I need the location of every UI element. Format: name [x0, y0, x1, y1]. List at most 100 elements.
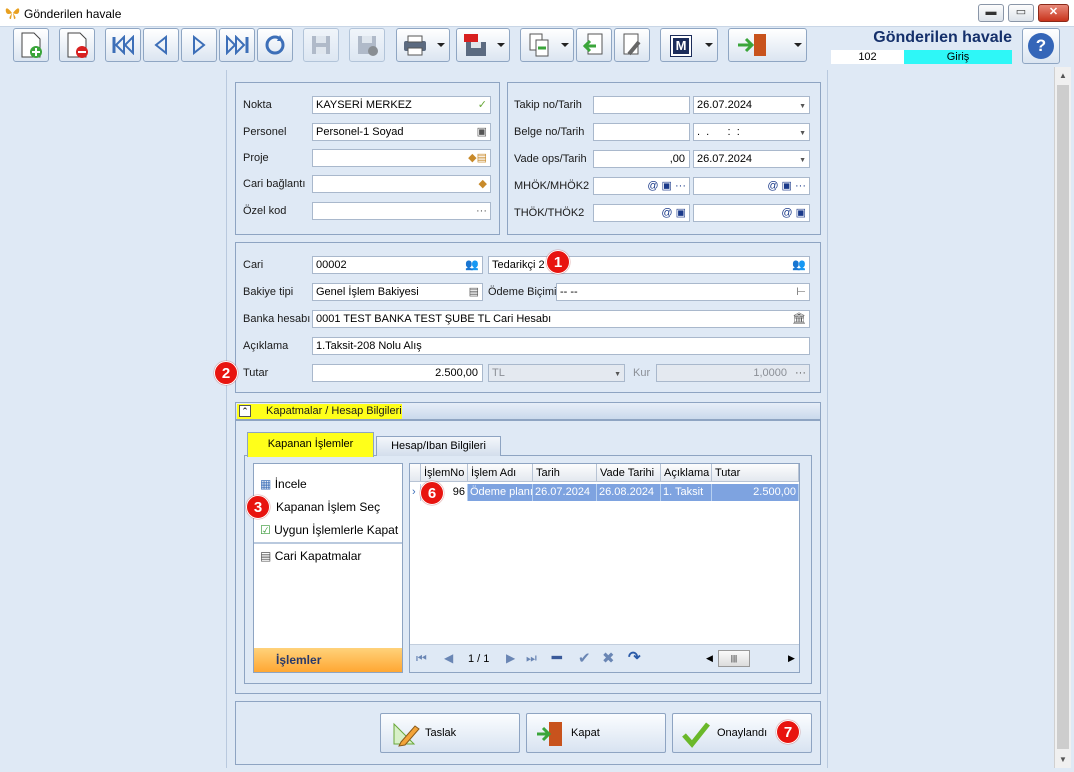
column-header-islem-adi[interactable]: İşlem Adı [468, 464, 533, 482]
import-button[interactable] [576, 28, 612, 62]
kapat-button[interactable]: Kapat [526, 713, 666, 753]
takip-no-field[interactable] [593, 96, 690, 114]
bank-icon[interactable]: 🏛 [792, 312, 806, 326]
cari-name-field[interactable]: Tedarikçi 2 👥 [488, 256, 810, 274]
checkmark-icon [682, 722, 710, 748]
save-button[interactable] [303, 28, 339, 62]
check-icon[interactable]: ✔ [578, 649, 591, 667]
personel-field[interactable]: Personel-1 Soyad ▣ [312, 123, 491, 141]
scroll-up-icon[interactable]: ▲ [1059, 71, 1067, 80]
new-record-button[interactable] [13, 28, 49, 62]
tab-kapanan-islemler[interactable]: Kapanan İşlemler [247, 432, 374, 457]
tutar-field[interactable]: 2.500,00 [312, 364, 483, 382]
taslak-button[interactable]: Taslak [380, 713, 520, 753]
hscroll-left-icon[interactable]: ◀ [706, 653, 713, 664]
minimize-button[interactable]: ▬ [978, 4, 1004, 22]
list-item-cari-kapatmalar[interactable]: ▤ Cari Kapatmalar [260, 549, 361, 563]
at-email-icon[interactable]: @ ▣ ··· [767, 179, 806, 193]
list-item-incele[interactable]: ▦ İncele [260, 477, 307, 491]
cari-code-field[interactable]: 00002 👥 [312, 256, 483, 274]
tools-button[interactable] [614, 28, 650, 62]
remove-icon[interactable]: ━ [552, 648, 562, 668]
people-icon[interactable]: 👥 [792, 258, 806, 272]
belge-date-field[interactable]: . . : : ▼ [693, 123, 810, 141]
export-pdf-button[interactable] [456, 28, 510, 62]
table-row[interactable]: › 96 Ödeme planı 26.07.2024 26.08.2024 1… [410, 484, 799, 501]
banka-field[interactable]: 0001 TEST BANKA TEST ŞUBE TL Cari Hesabı… [312, 310, 810, 328]
first-record-button[interactable] [105, 28, 141, 62]
bakiye-field[interactable]: Genel İşlem Bakiyesi ▤ [312, 283, 483, 301]
copy-button[interactable] [520, 28, 574, 62]
aciklama-field[interactable]: 1.Taksit-208 Nolu Alış [312, 337, 810, 355]
section-header[interactable]: ⌃ Kapatmalar / Hesap Bilgileri [235, 402, 821, 420]
belge-no-field[interactable] [593, 123, 690, 141]
kapat-label: Kapat [571, 727, 600, 739]
refresh-button[interactable] [257, 28, 293, 62]
chevron-down-icon[interactable]: ▼ [799, 154, 806, 167]
last-page-icon[interactable]: ⏭ [526, 651, 537, 666]
last-record-button[interactable] [219, 28, 255, 62]
mhok2-field[interactable]: @ ▣ ··· [693, 177, 810, 195]
list-item-uygun-islemlerle-kapat[interactable]: ☑ Uygun İşlemlerle Kapat [260, 523, 398, 537]
column-header-tarih[interactable]: Tarih [533, 464, 597, 482]
takip-date-field[interactable]: 26.07.2024 ▼ [693, 96, 810, 114]
collapse-icon[interactable]: ⌃ [239, 405, 251, 417]
odeme-field[interactable]: -- -- ⊢ [556, 283, 810, 301]
next-page-icon[interactable]: ▶ [506, 651, 515, 665]
cancel-icon[interactable]: ✖ [602, 649, 615, 667]
people-icon[interactable]: 👥 [465, 258, 479, 272]
list-icon[interactable]: ▤ [469, 285, 479, 299]
column-header-tutar[interactable]: Tutar [712, 464, 799, 482]
scroll-down-icon[interactable]: ▼ [1059, 755, 1067, 764]
tag-icon[interactable]: ◆ [479, 177, 487, 191]
tab-hesap-iban[interactable]: Hesap/Iban Bilgileri [376, 436, 501, 456]
hscroll-thumb[interactable]: ||| [718, 650, 750, 667]
help-button[interactable]: ? [1022, 28, 1060, 64]
column-header-aciklama[interactable]: Açıklama [661, 464, 712, 482]
ozel-kod-field[interactable]: ··· [312, 202, 491, 220]
chevron-down-icon[interactable]: ▼ [799, 100, 806, 113]
ellipsis-icon[interactable]: ··· [476, 204, 487, 218]
tree-icon[interactable]: ⊢ [796, 285, 806, 299]
tag-edit-icon[interactable]: ◆▤ [468, 151, 487, 165]
mhok-field[interactable]: @ ▣ ··· [593, 177, 690, 195]
nokta-field[interactable]: KAYSERİ MERKEZ ✓ [312, 96, 491, 114]
annotation-badge-1: 1 [546, 250, 570, 274]
chevron-down-icon[interactable]: ▼ [799, 127, 806, 140]
column-header-vade-tarihi[interactable]: Vade Tarihi [597, 464, 661, 482]
vertical-scrollbar[interactable]: ▲ ▼ [1054, 67, 1071, 768]
print-button[interactable] [396, 28, 450, 62]
currency-select[interactable]: TL ▼ [488, 364, 625, 382]
kur-field[interactable]: 1,0000 ··· [656, 364, 810, 382]
hscroll-right-icon[interactable]: ▶ [788, 653, 795, 664]
annotation-badge-6: 6 [420, 481, 444, 505]
column-header-islemno[interactable]: İşlemNo [421, 464, 468, 482]
thok2-field[interactable]: @ ▣ [693, 204, 810, 222]
redo-icon[interactable]: ↷ [628, 648, 641, 666]
exit-button[interactable] [728, 28, 807, 62]
at-email-icon[interactable]: @ ▣ [781, 206, 806, 220]
vade-ops-field[interactable]: ,00 [593, 150, 690, 168]
discard-button[interactable] [349, 28, 385, 62]
mhok-label: MHÖK/MHÖK2 [514, 180, 590, 192]
grid-navigator: ⏮ ◀ 1 / 1 ▶ ⏭ ━ ✔ ✖ ↷ ◀ ||| ▶ [410, 644, 799, 672]
first-page-icon[interactable]: ⏮ [416, 651, 427, 666]
previous-record-button[interactable] [143, 28, 179, 62]
m-menu-button[interactable]: M [660, 28, 718, 62]
at-email-icon[interactable]: @ ▣ ··· [647, 179, 686, 193]
proje-field[interactable]: ◆▤ [312, 149, 491, 167]
cari-baglanti-field[interactable]: ◆ [312, 175, 491, 193]
list-item-kapanan-islem-sec[interactable]: Kapanan İşlem Seç [276, 500, 380, 514]
refresh-icon [265, 35, 285, 55]
at-email-icon[interactable]: @ ▣ [661, 206, 686, 220]
lookup-icon[interactable]: ▣ [477, 125, 487, 139]
maximize-button[interactable]: ▭ [1008, 4, 1034, 22]
vade-date-field[interactable]: 26.07.2024 ▼ [693, 150, 810, 168]
prev-page-icon[interactable]: ◀ [444, 651, 453, 665]
close-button[interactable]: ✕ [1038, 4, 1069, 22]
delete-record-button[interactable] [59, 28, 95, 62]
next-record-button[interactable] [181, 28, 217, 62]
scrollbar-thumb[interactable] [1057, 85, 1069, 749]
thok-field[interactable]: @ ▣ [593, 204, 690, 222]
actions-footer[interactable]: İşlemler [254, 648, 402, 672]
